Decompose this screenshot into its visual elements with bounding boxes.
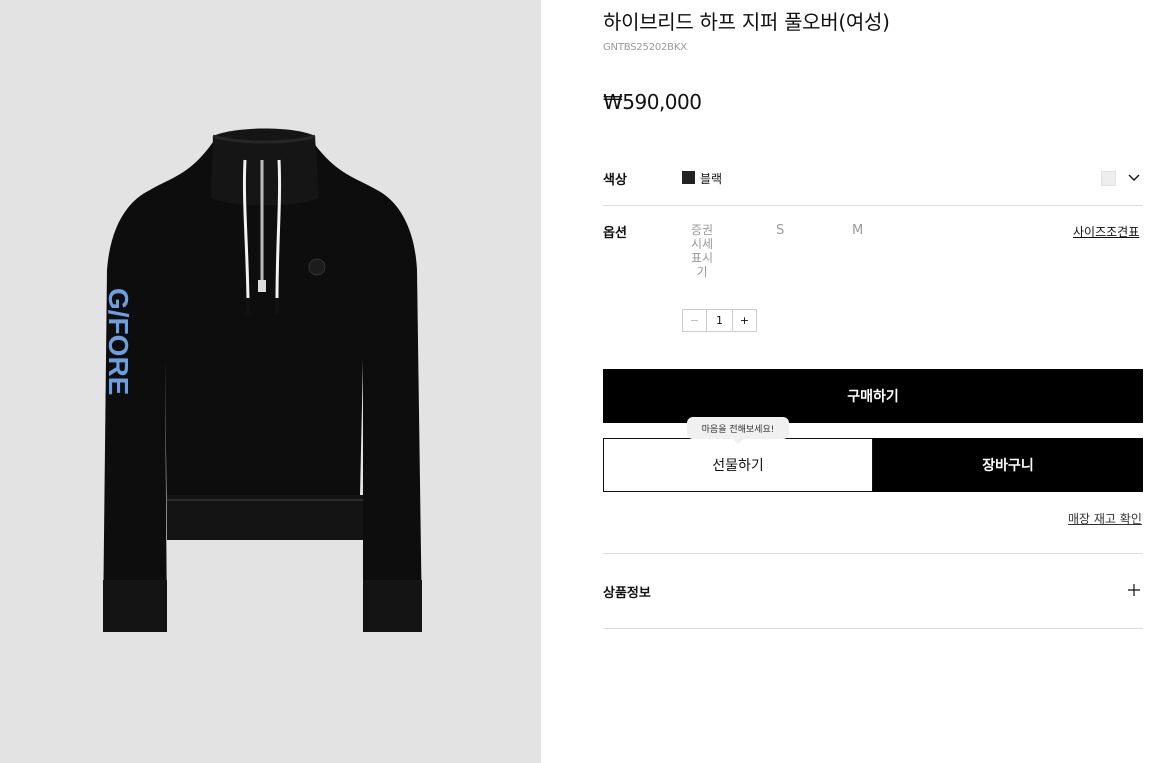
gift-button[interactable]: 선물하기 [603,438,873,492]
store-stock-link[interactable]: 매장 재고 확인 [1068,510,1142,527]
svg-text:G/FORE: G/FORE [103,288,134,395]
quantity-increase-button[interactable]: + [732,310,756,331]
quantity-decrease-button[interactable]: − [683,310,707,331]
product-title: 하이브리드 하프 지퍼 풀오버(여성) [603,10,890,34]
color-value: 블랙 [700,172,723,186]
product-info-title[interactable]: 상품정보 [603,582,651,601]
product-detail-panel: 하이브리드 하프 지퍼 풀오버(여성) GNTBS25202BKX ₩590,0… [541,0,1165,763]
cart-button[interactable]: 장바구니 [873,438,1143,492]
size-guide-link[interactable]: 사이즈조견표 [1073,223,1139,240]
color-label: 색상 [603,173,627,188]
color-swatch [682,171,695,184]
divider [603,205,1143,206]
plus-icon[interactable] [1128,584,1140,596]
quantity-value[interactable]: 1 [707,310,732,331]
color-chip-option[interactable] [1101,171,1116,186]
product-image: G/FORE [103,128,422,632]
size-option-s[interactable]: S [776,223,784,238]
size-option-0[interactable]: 증권시세표시기 [690,223,714,279]
gift-tooltip: 마음을 전해보세요! [687,417,789,444]
size-option-m[interactable]: M [852,223,863,238]
quantity-stepper: − 1 + [682,309,757,332]
buy-button[interactable]: 구매하기 [603,369,1143,423]
divider [603,553,1143,554]
option-label: 옵션 [603,226,627,241]
product-code: GNTBS25202BKX [603,42,687,53]
chevron-down-icon[interactable] [1126,170,1142,186]
product-image-panel: G/FORE [0,0,541,763]
product-price: ₩590,000 [603,90,702,114]
divider [603,628,1143,629]
